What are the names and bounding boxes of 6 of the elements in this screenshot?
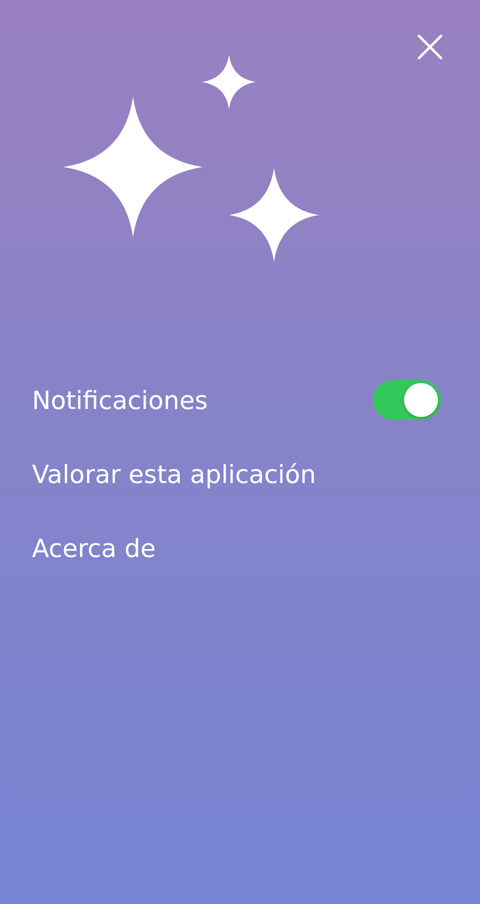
menu-label: Notificaciones: [32, 386, 208, 414]
notifications-toggle[interactable]: [373, 380, 441, 420]
menu-item[interactable]: Acerca de: [32, 534, 156, 562]
sparkle-icon: [229, 168, 319, 262]
close-button[interactable]: [416, 33, 444, 61]
menu-item[interactable]: Valorar esta aplicación: [32, 460, 316, 488]
